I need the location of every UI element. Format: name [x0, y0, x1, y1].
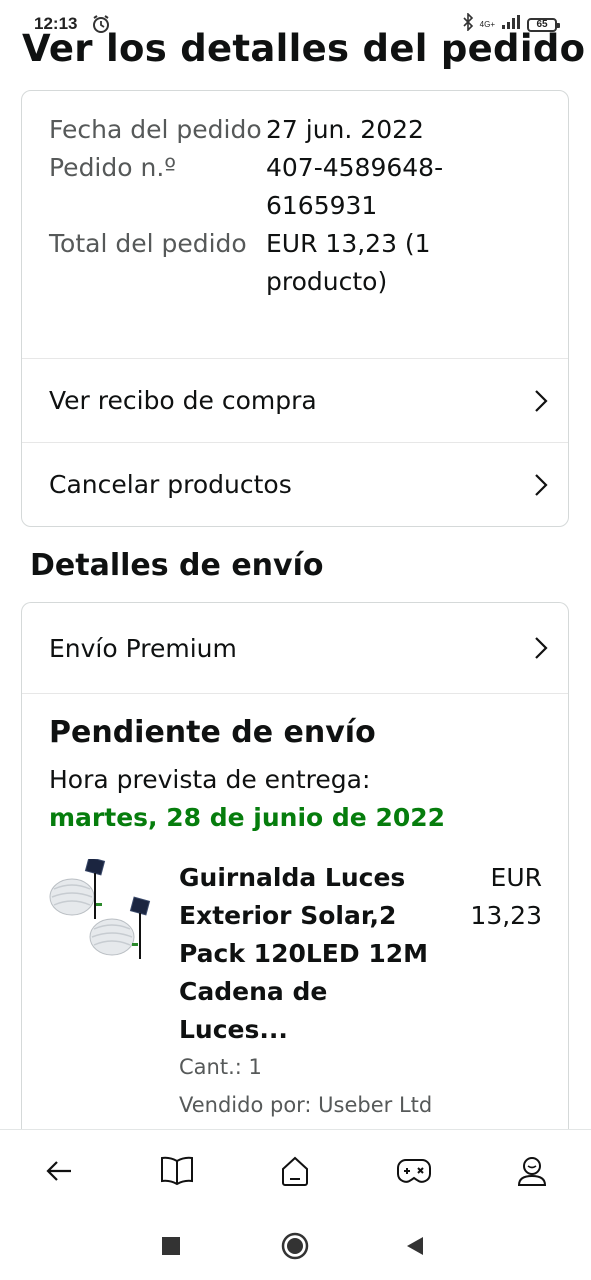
- network-type: 4G+: [479, 19, 495, 29]
- home-icon[interactable]: [275, 1151, 315, 1191]
- recent-apps-icon[interactable]: [153, 1228, 189, 1264]
- alarm-clock-icon: [91, 14, 111, 39]
- product-seller: Vendido por: Useber Ltd: [179, 1093, 433, 1117]
- shipping-status: Pendiente de envío: [49, 715, 376, 750]
- chevron-right-icon: [535, 637, 548, 659]
- shipping-card: Envío Premium Pendiente de envío Hora pr…: [21, 602, 569, 1162]
- order-details: Fecha del pedido 27 jun. 2022 Pedido n.º…: [49, 111, 549, 301]
- order-total-value: EUR 13,23 (1 producto): [266, 229, 431, 296]
- view-receipt-link[interactable]: Ver recibo de compra: [22, 358, 568, 442]
- status-time: 12:13: [34, 14, 78, 33]
- order-number-label: Pedido n.º: [49, 153, 177, 182]
- view-receipt-label: Ver recibo de compra: [49, 386, 317, 415]
- home-circle-icon[interactable]: [277, 1228, 313, 1264]
- order-total-label: Total del pedido: [49, 229, 247, 258]
- status-icons: 4G+ 65: [462, 12, 560, 36]
- back-arrow-icon[interactable]: [39, 1151, 79, 1191]
- account-icon[interactable]: [512, 1151, 552, 1191]
- order-date-label: Fecha del pedido: [49, 115, 262, 144]
- signal-icon: [501, 14, 521, 35]
- product-quantity: Cant.: 1: [179, 1055, 262, 1079]
- delivery-eta-date: martes, 28 de junio de 2022: [49, 803, 446, 832]
- shipping-section-title: Detalles de envío: [30, 548, 324, 583]
- product-price: EUR 13,23: [470, 863, 542, 930]
- battery-level: 65: [536, 19, 548, 30]
- delivery-eta-label: Hora prevista de entrega:: [49, 765, 371, 794]
- order-summary-card: Fecha del pedido 27 jun. 2022 Pedido n.º…: [21, 90, 569, 527]
- back-triangle-icon[interactable]: [397, 1228, 433, 1264]
- bottom-nav: [0, 1129, 591, 1211]
- product-image[interactable]: [48, 856, 156, 963]
- bluetooth-icon: [462, 12, 474, 36]
- cancel-products-label: Cancelar productos: [49, 470, 292, 499]
- chevron-right-icon: [535, 389, 548, 412]
- chevron-right-icon: [535, 473, 548, 496]
- battery-icon: 65: [527, 17, 560, 32]
- order-number-value: 407-4589648-6165931: [266, 153, 444, 220]
- product-name-link[interactable]: Guirnalda Luces Exterior Solar,2 Pack 12…: [179, 859, 439, 1049]
- shipping-method-link[interactable]: Envío Premium: [22, 603, 568, 694]
- gamepad-icon[interactable]: [394, 1151, 434, 1191]
- cancel-products-link[interactable]: Cancelar productos: [22, 442, 568, 526]
- shipping-method-label: Envío Premium: [49, 633, 237, 663]
- order-date-value: 27 jun. 2022: [266, 115, 424, 144]
- system-nav-bar: [0, 1210, 591, 1280]
- book-icon[interactable]: [157, 1151, 197, 1191]
- status-bar: 12:13 4G+ 65: [0, 0, 591, 48]
